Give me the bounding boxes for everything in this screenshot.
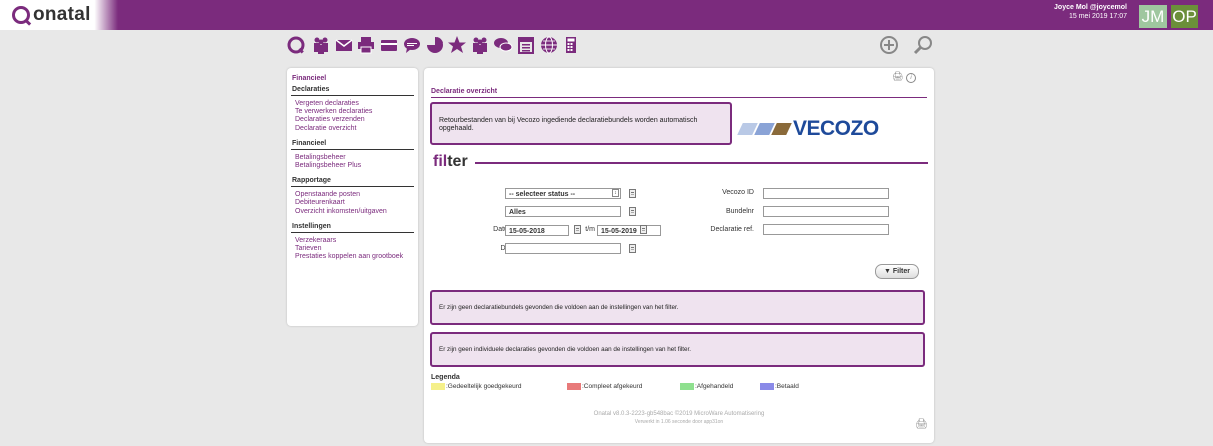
- panel-actions: 🖨 i: [892, 71, 916, 83]
- messages-icon[interactable]: [493, 35, 513, 55]
- soort-list-icon[interactable]: [629, 207, 636, 216]
- home-icon[interactable]: [286, 35, 306, 55]
- no-declarations-message: Er zijn geen individuele declaraties gev…: [430, 332, 925, 367]
- declaratie-ref-label: Declaratie ref.: [710, 226, 754, 233]
- users-icon[interactable]: [470, 35, 490, 55]
- user-info: Joyce Mol @joycemol 15 mei 2019 17:07: [1054, 3, 1127, 21]
- chevron-down-icon[interactable]: ↕: [612, 189, 619, 197]
- calendar-icon[interactable]: [640, 225, 647, 234]
- legend-item: :Betaald: [760, 383, 799, 390]
- info-icon[interactable]: i: [906, 73, 916, 83]
- filter-divider: [475, 162, 928, 164]
- legend-swatch-green: [680, 383, 694, 390]
- vecozo-bar: [771, 123, 792, 135]
- sidebar-heading-financieel: Financieel: [291, 139, 414, 150]
- calendar-icon[interactable]: [574, 225, 581, 234]
- sidebar-item-betalingsbeheer[interactable]: Betalingsbeheer: [291, 154, 414, 162]
- filter-heading-part2: ter: [447, 153, 468, 170]
- vecozo-logo: VECOZO: [737, 117, 879, 140]
- legend-swatch-yellow: [431, 383, 445, 390]
- legend-item: :Compleet afgekeurd: [567, 383, 642, 390]
- legend-label: :Afgehandeld: [695, 383, 734, 390]
- calculator-icon[interactable]: [561, 35, 581, 55]
- report-chart-icon[interactable]: [425, 35, 445, 55]
- legend-swatch-red: [567, 383, 581, 390]
- sidebar-heading-rapportage: Rapportage: [291, 176, 414, 188]
- sidebar-item-overzicht-inkomsten-uitgaven[interactable]: Overzicht inkomsten/uitgaven: [291, 208, 414, 216]
- footer-version: Onatal v8.0.3-2223-gb548bac ©2019 MicroW…: [593, 411, 765, 417]
- user-name: Joyce Mol @joycemol: [1054, 4, 1127, 11]
- favorites-star-icon[interactable]: [447, 35, 467, 55]
- plus-circle-icon[interactable]: [879, 35, 899, 55]
- bundelnr-label: Bundelnr: [725, 208, 754, 215]
- legend-label: :Gedeeltelijk goedgekeurd: [446, 383, 522, 390]
- clients-icon[interactable]: [311, 35, 331, 55]
- sidebar-item-prestaties-koppelen[interactable]: Prestaties koppelen aan grootboek: [291, 253, 414, 261]
- date-to-input[interactable]: 15-05-2019: [597, 225, 661, 236]
- calendar-icon[interactable]: [516, 35, 536, 55]
- practice-badge[interactable]: OP: [1171, 5, 1198, 28]
- payment-card-icon[interactable]: [379, 35, 399, 55]
- sidebar-item-te-verwerken-declaraties[interactable]: Te verwerken declaraties: [291, 108, 414, 116]
- sidebar-item-debiteurenkaart[interactable]: Debiteurenkaart: [291, 199, 414, 207]
- globe-icon[interactable]: [539, 35, 559, 55]
- title-divider: [431, 97, 927, 98]
- filter-button[interactable]: ▼ Filter: [875, 264, 919, 279]
- date-from-input[interactable]: 15-05-2018: [505, 225, 569, 236]
- main-panel: 🖨 i Declaratie overzicht Retourbestanden…: [424, 68, 934, 443]
- legend-item: :Gedeeltelijk goedgekeurd: [431, 383, 522, 390]
- debiteur-list-icon[interactable]: [629, 244, 636, 253]
- sidebar-item-vergeten-declaraties[interactable]: Vergeten declaraties: [291, 100, 414, 108]
- page-title: Declaratie overzicht: [431, 88, 498, 95]
- sidebar-heading-declaraties: Declaraties: [291, 85, 414, 96]
- sidebar-heading-instellingen: Instellingen: [291, 222, 414, 233]
- no-bundles-message: Er zijn geen declaratiebundels gevonden …: [430, 290, 925, 325]
- print-icon[interactable]: 🖨: [915, 419, 928, 430]
- debiteur-input[interactable]: [505, 243, 621, 254]
- status-list-icon[interactable]: [629, 189, 636, 198]
- filter-button-label: Filter: [892, 268, 910, 275]
- sidebar-item-declaraties-verzenden[interactable]: Declaraties verzenden: [291, 116, 414, 124]
- current-datetime: 15 mei 2019 17:07: [1069, 13, 1127, 20]
- funnel-icon: ▼: [883, 268, 891, 275]
- app-logo[interactable]: onatal: [0, 0, 118, 30]
- status-select[interactable]: -- selecteer status --: [505, 188, 621, 199]
- footer: Onatal v8.0.3-2223-gb548bac ©2019 MicroW…: [424, 410, 934, 426]
- date-separator: t/m: [585, 226, 595, 233]
- legend-label: :Betaald: [775, 383, 799, 390]
- info-box: Retourbestanden van bij Vecozo ingediend…: [430, 102, 732, 145]
- footer-timing: Verwerkt in 1.06 seconde door app31on: [634, 419, 724, 425]
- user-avatar[interactable]: JM: [1139, 5, 1167, 28]
- sidebar-item-betalingsbeheer-plus[interactable]: Betalingsbeheer Plus: [291, 162, 414, 170]
- onatal-logo-icon: [12, 6, 30, 24]
- declaratie-ref-input[interactable]: [763, 224, 889, 235]
- legend-item: :Afgehandeld: [680, 383, 733, 390]
- legend-label: :Compleet afgekeurd: [582, 383, 643, 390]
- vecozo-logo-text: VECOZO: [793, 117, 879, 140]
- print-page-icon[interactable]: 🖨: [892, 71, 903, 81]
- soort-field[interactable]: Alles: [505, 206, 621, 217]
- vecozo-id-label: Vecozo ID: [722, 189, 754, 196]
- filter-heading-part1: fil: [433, 153, 448, 170]
- print-icon[interactable]: [356, 35, 376, 55]
- filter-heading: filter: [433, 153, 468, 171]
- sidebar-item-tarieven[interactable]: Tarieven: [291, 245, 414, 253]
- vecozo-id-input[interactable]: [763, 188, 889, 199]
- sidebar-item-declaratie-overzicht[interactable]: Declaratie overzicht: [291, 125, 414, 133]
- bundelnr-input[interactable]: [763, 206, 889, 217]
- sidebar-item-openstaande-posten[interactable]: Openstaande posten: [291, 191, 414, 199]
- sidebar: Financieel Declaraties Vergeten declarat…: [287, 68, 418, 326]
- mail-icon[interactable]: [334, 35, 354, 55]
- sidebar-item-verzekeraars[interactable]: Verzekeraars: [291, 237, 414, 245]
- legend-swatch-blue: [760, 383, 774, 390]
- search-icon[interactable]: [913, 35, 933, 55]
- sidebar-title: Financieel: [292, 75, 327, 82]
- main-toolbar: [0, 34, 1213, 60]
- top-bar: onatal Joyce Mol @joycemol 15 mei 2019 1…: [0, 0, 1213, 30]
- logo-text: onatal: [33, 4, 91, 25]
- legend-title: Legenda: [431, 374, 460, 381]
- chat-icon[interactable]: [402, 35, 422, 55]
